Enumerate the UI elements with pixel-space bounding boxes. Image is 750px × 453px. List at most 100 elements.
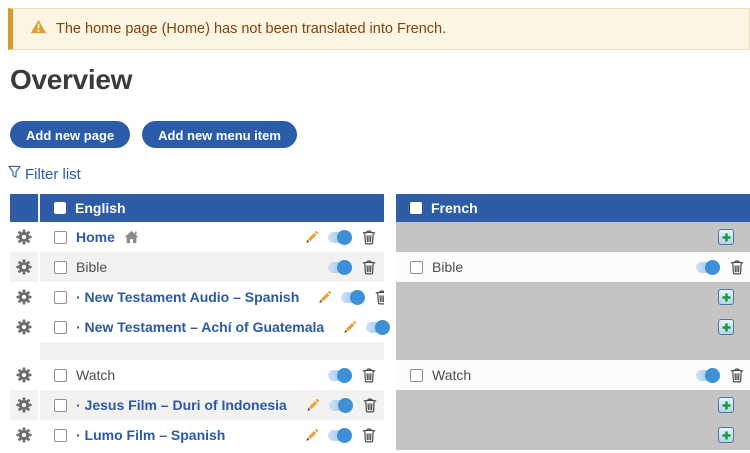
toolbar: Add new page Add new menu item bbox=[10, 121, 750, 148]
trash-icon[interactable] bbox=[363, 397, 377, 413]
row-checkbox[interactable] bbox=[410, 261, 423, 274]
french-cell bbox=[396, 312, 750, 342]
gear-icon[interactable] bbox=[16, 367, 32, 383]
gear-icon[interactable] bbox=[16, 229, 32, 245]
add-new-menu-item-button[interactable]: Add new menu item bbox=[142, 121, 297, 148]
menu-item-label: Bible bbox=[432, 259, 463, 275]
trash-icon[interactable] bbox=[362, 367, 376, 383]
pencil-icon[interactable] bbox=[304, 428, 319, 443]
english-cell: Watch bbox=[40, 360, 384, 390]
page-title-link[interactable]: · New Testament Audio – Spanish bbox=[76, 289, 299, 305]
english-cell bbox=[40, 342, 384, 360]
gear-icon[interactable] bbox=[16, 319, 32, 335]
french-cell: Bible bbox=[396, 252, 750, 282]
visibility-toggle[interactable] bbox=[696, 370, 718, 381]
pencil-icon[interactable] bbox=[304, 230, 319, 245]
toggle-knob bbox=[337, 260, 352, 275]
english-cell: · New Testament – Achí of Guatemala bbox=[40, 312, 384, 342]
row-checkbox[interactable] bbox=[54, 429, 67, 442]
row-checkbox[interactable] bbox=[54, 321, 67, 334]
page-title-link[interactable]: · New Testament – Achí of Guatemala bbox=[76, 319, 324, 335]
english-cell: · New Testament Audio – Spanish bbox=[40, 282, 384, 312]
toggle-knob bbox=[350, 290, 365, 305]
filter-list-label: Filter list bbox=[25, 166, 81, 183]
row-settings-cell bbox=[10, 360, 38, 390]
settings-column-header bbox=[10, 194, 38, 222]
row-settings-cell bbox=[10, 222, 38, 252]
warning-banner-text: The home page (Home) has not been transl… bbox=[56, 21, 446, 37]
add-translation-icon[interactable] bbox=[718, 289, 734, 305]
toggle-knob bbox=[705, 368, 720, 383]
table-row: Watch Watch bbox=[10, 360, 750, 390]
visibility-toggle[interactable] bbox=[366, 322, 388, 333]
home-icon bbox=[124, 230, 139, 244]
row-checkbox[interactable] bbox=[54, 291, 67, 304]
add-translation-icon[interactable] bbox=[718, 427, 734, 443]
english-column-label: English bbox=[75, 200, 126, 216]
menu-item-label: Watch bbox=[76, 367, 115, 383]
english-column-header: English bbox=[40, 194, 384, 222]
page-title-link[interactable]: Home bbox=[76, 229, 115, 245]
add-translation-icon[interactable] bbox=[718, 397, 734, 413]
gear-icon[interactable] bbox=[16, 427, 32, 443]
pages-table: English French Home BibleBible · New Testa… bbox=[10, 194, 750, 450]
pencil-icon[interactable] bbox=[342, 320, 357, 335]
toggle-knob bbox=[338, 398, 353, 413]
add-translation-icon[interactable] bbox=[718, 229, 734, 245]
select-all-french-checkbox[interactable] bbox=[410, 202, 422, 214]
visibility-toggle[interactable] bbox=[341, 292, 363, 303]
row-settings-cell bbox=[10, 312, 38, 342]
gear-icon[interactable] bbox=[16, 397, 32, 413]
trash-icon[interactable] bbox=[730, 367, 744, 383]
french-column-header: French bbox=[396, 194, 750, 222]
table-row: BibleBible bbox=[10, 252, 750, 282]
toggle-knob bbox=[375, 320, 390, 335]
add-translation-icon[interactable] bbox=[718, 319, 734, 335]
table-row: · Jesus Film – Duri of Indonesia bbox=[10, 390, 750, 420]
french-cell bbox=[396, 420, 750, 450]
gear-icon[interactable] bbox=[16, 259, 32, 275]
english-cell: · Lumo Film – Spanish bbox=[40, 420, 384, 450]
visibility-toggle[interactable] bbox=[696, 262, 718, 273]
visibility-toggle[interactable] bbox=[328, 370, 350, 381]
trash-icon[interactable] bbox=[362, 259, 376, 275]
french-cell bbox=[396, 282, 750, 312]
warning-triangle-icon bbox=[30, 19, 47, 39]
table-header-row: English French bbox=[10, 194, 750, 222]
french-cell bbox=[396, 222, 750, 252]
pencil-icon[interactable] bbox=[317, 290, 332, 305]
page-title-link[interactable]: · Jesus Film – Duri of Indonesia bbox=[76, 397, 287, 413]
english-cell: · Jesus Film – Duri of Indonesia bbox=[40, 390, 384, 420]
select-all-english-checkbox[interactable] bbox=[54, 202, 66, 214]
row-settings-cell bbox=[10, 420, 38, 450]
table-row: · Lumo Film – Spanish bbox=[10, 420, 750, 450]
add-new-page-button[interactable]: Add new page bbox=[10, 121, 130, 148]
filter-list-link[interactable]: Filter list bbox=[8, 165, 81, 183]
row-checkbox[interactable] bbox=[54, 369, 67, 382]
table-row: · New Testament – Achí of Guatemala bbox=[10, 312, 750, 342]
row-checkbox[interactable] bbox=[54, 399, 67, 412]
row-settings-cell bbox=[10, 252, 38, 282]
gear-icon[interactable] bbox=[16, 289, 32, 305]
visibility-toggle[interactable] bbox=[328, 262, 350, 273]
table-row: · New Testament Audio – Spanish bbox=[10, 282, 750, 312]
row-checkbox[interactable] bbox=[54, 261, 67, 274]
french-column-label: French bbox=[431, 200, 478, 216]
page-title: Overview bbox=[10, 64, 750, 96]
row-checkbox[interactable] bbox=[410, 369, 423, 382]
page-title-link[interactable]: · Lumo Film – Spanish bbox=[76, 427, 225, 443]
pencil-icon[interactable] bbox=[305, 398, 320, 413]
english-cell: Home bbox=[40, 222, 384, 252]
row-checkbox[interactable] bbox=[54, 231, 67, 244]
trash-icon[interactable] bbox=[362, 229, 376, 245]
trash-icon[interactable] bbox=[730, 259, 744, 275]
visibility-toggle[interactable] bbox=[328, 232, 350, 243]
toggle-knob bbox=[337, 428, 352, 443]
visibility-toggle[interactable] bbox=[329, 400, 351, 411]
filter-funnel-icon bbox=[8, 165, 21, 183]
trash-icon[interactable] bbox=[362, 427, 376, 443]
table-body: Home BibleBible · New Testament Audio – Sp… bbox=[10, 222, 750, 450]
visibility-toggle[interactable] bbox=[328, 430, 350, 441]
row-settings-cell bbox=[10, 282, 38, 312]
french-cell: Watch bbox=[396, 360, 750, 390]
